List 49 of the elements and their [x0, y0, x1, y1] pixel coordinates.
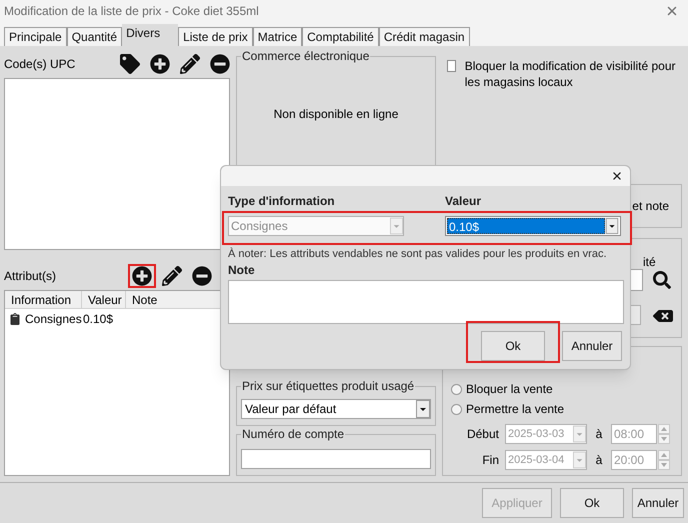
lock-checkbox[interactable]: [447, 60, 456, 72]
field-label: Type d'information: [228, 194, 336, 208]
group-text: et note: [632, 198, 669, 215]
table-cell-text: 0.10$: [83, 311, 114, 328]
checkbox-label: Bloquer la modification de visibilité pour les magasins locaux: [464, 58, 677, 90]
table-cell-text: Consignes: [25, 311, 83, 328]
group-title: Numéro de compte: [241, 427, 346, 441]
spin-up-icon[interactable]: [658, 424, 670, 434]
upc-label: Code(s) UPC: [4, 56, 76, 73]
radio-label: Bloquer la vente: [466, 381, 553, 398]
spin-down-icon[interactable]: [658, 460, 670, 470]
account-field[interactable]: [241, 449, 431, 469]
price-dropdown[interactable]: Valeur par défaut: [241, 399, 431, 419]
tab[interactable]: Quantité: [66, 27, 122, 46]
field-label: Valeur: [445, 194, 482, 208]
footer-button[interactable]: Annuler: [632, 488, 684, 518]
tab[interactable]: Matrice: [252, 27, 302, 46]
radio-button[interactable]: [451, 404, 462, 414]
radio-label: Permettre la vente: [466, 401, 564, 418]
search-icon[interactable]: [653, 271, 671, 289]
add-icon[interactable]: [128, 264, 156, 288]
tab[interactable]: Comptabilité: [302, 27, 379, 46]
spin-up-icon[interactable]: [658, 450, 670, 460]
period-label: Début: [466, 426, 500, 443]
footer-button[interactable]: Ok: [560, 488, 624, 518]
field-label: ité: [643, 254, 656, 271]
tab[interactable]: Liste de prix: [178, 27, 253, 46]
group-title: Commerce électronique: [241, 49, 370, 63]
dialog-button[interactable]: Ok: [481, 331, 545, 361]
column-header[interactable]: Information: [5, 291, 82, 308]
note-label: Note: [228, 263, 256, 277]
note-field[interactable]: [228, 280, 624, 324]
window-title: Modification de la liste de prix - Coke diet 355ml: [4, 3, 259, 20]
notice-text: À noter: Les attributs vendables ne sont pas valides pour les produits en vrac.: [228, 247, 608, 261]
status-text: Non disponible en ligne: [274, 106, 398, 123]
column-header[interactable]: Valeur: [82, 291, 126, 308]
at-label: à: [594, 426, 604, 443]
tab[interactable]: Crédit magasin: [378, 27, 470, 46]
clipboard-icon: [9, 313, 21, 325]
radio-button[interactable]: [451, 384, 462, 394]
period-label: Fin: [481, 452, 500, 469]
tab[interactable]: Principale: [4, 27, 67, 46]
dialog-button[interactable]: Annuler: [562, 331, 622, 361]
at-label: à: [594, 452, 604, 469]
spin-down-icon[interactable]: [658, 434, 670, 444]
group-title: Prix sur étiquettes produit usagé: [241, 379, 416, 393]
attributes-label: Attribut(s): [4, 268, 58, 285]
tab[interactable]: Divers: [122, 24, 178, 46]
value-dropdown[interactable]: 0.10$: [445, 216, 621, 236]
